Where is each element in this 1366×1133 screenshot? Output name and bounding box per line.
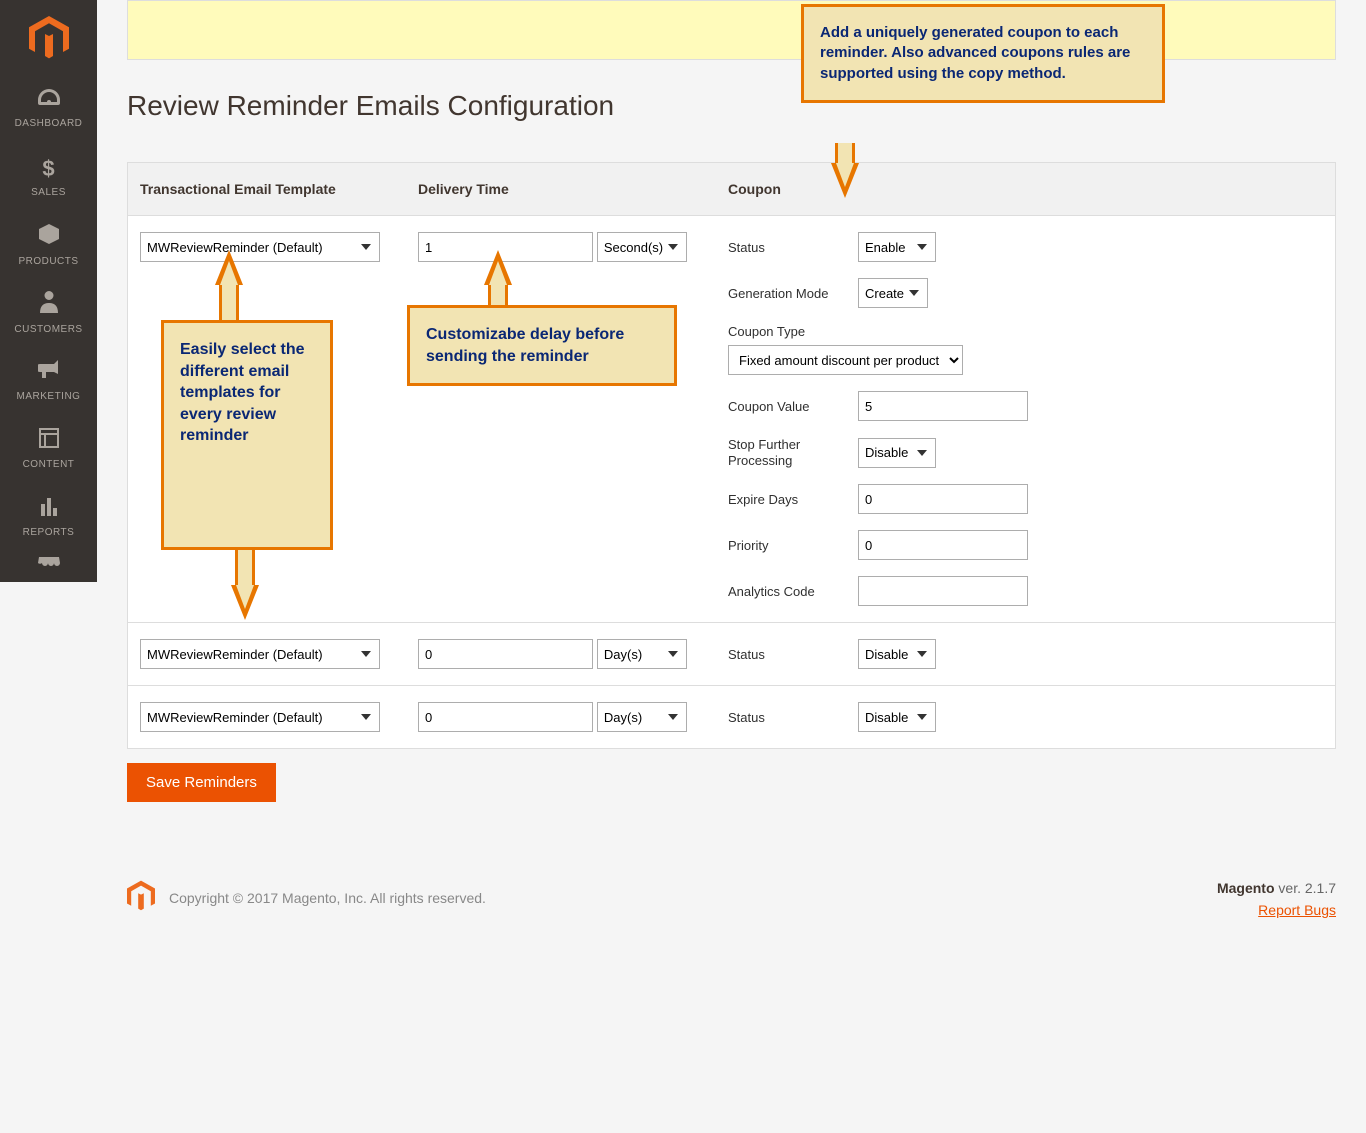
reminder-row: MWReviewReminder (Default) Day(s) Status… bbox=[127, 623, 1336, 686]
magento-logo-icon bbox=[127, 880, 155, 915]
annotation-template-callout: Easily select the different email templa… bbox=[161, 320, 333, 550]
nav-label: REPORTS bbox=[23, 527, 75, 538]
annotation-arrow-up-icon bbox=[484, 250, 512, 285]
nav-stores-partial[interactable] bbox=[0, 551, 97, 591]
nav-customers[interactable]: CUSTOMERS bbox=[0, 279, 97, 347]
nav-marketing[interactable]: MARKETING bbox=[0, 347, 97, 415]
nav-content[interactable]: CONTENT bbox=[0, 415, 97, 483]
delivery-time-input[interactable] bbox=[418, 639, 593, 669]
table-header: Transactional Email Template Delivery Ti… bbox=[127, 162, 1336, 216]
coupon-status-select[interactable]: Disable bbox=[858, 639, 936, 669]
nav-label: CONTENT bbox=[23, 459, 75, 470]
col-template-header: Transactional Email Template bbox=[140, 181, 418, 197]
box-icon bbox=[38, 223, 60, 251]
megaphone-icon bbox=[38, 360, 60, 386]
template-select[interactable]: MWReviewReminder (Default) bbox=[140, 232, 380, 262]
nav-label: MARKETING bbox=[17, 391, 81, 402]
dollar-icon: $ bbox=[42, 156, 54, 182]
nav-reports[interactable]: REPORTS bbox=[0, 483, 97, 551]
delivery-time-input[interactable] bbox=[418, 702, 593, 732]
coupontype-label: Coupon Type bbox=[728, 324, 1323, 339]
magento-logo[interactable] bbox=[0, 0, 97, 75]
couponvalue-label: Coupon Value bbox=[728, 399, 858, 414]
coupon-genmode-select[interactable]: Create bbox=[858, 278, 928, 308]
status-label: Status bbox=[728, 710, 858, 725]
page-footer: Copyright © 2017 Magento, Inc. All right… bbox=[97, 830, 1366, 958]
annotation-arrow-up-icon bbox=[215, 250, 243, 285]
analytics-label: Analytics Code bbox=[728, 584, 858, 599]
col-delivery-header: Delivery Time bbox=[418, 181, 728, 197]
col-coupon-header: Coupon bbox=[728, 181, 1323, 197]
annotation-arrow-down-icon bbox=[231, 585, 259, 620]
coupon-priority-input[interactable] bbox=[858, 530, 1028, 560]
coupon-status-select[interactable]: Enable bbox=[858, 232, 936, 262]
annotation-arrow-stem bbox=[835, 143, 855, 163]
coupon-analytics-input[interactable] bbox=[858, 576, 1028, 606]
save-reminders-button[interactable]: Save Reminders bbox=[127, 763, 276, 802]
delivery-unit-select[interactable]: Day(s) bbox=[597, 702, 687, 732]
annotation-coupon-callout: Add a uniquely generated coupon to each … bbox=[801, 4, 1165, 103]
annotation-arrow-stem bbox=[235, 550, 255, 585]
nav-dashboard[interactable]: DASHBOARD bbox=[0, 75, 97, 143]
coupon-value-input[interactable] bbox=[858, 391, 1028, 421]
nav-label: DASHBOARD bbox=[15, 118, 83, 129]
layout-icon bbox=[39, 428, 59, 454]
person-icon bbox=[40, 291, 58, 319]
stores-icon bbox=[38, 557, 60, 581]
footer-version: Magento ver. 2.1.7 bbox=[1217, 880, 1336, 896]
expire-label: Expire Days bbox=[728, 492, 858, 507]
status-label: Status bbox=[728, 647, 858, 662]
gauge-icon bbox=[38, 89, 60, 113]
bars-icon bbox=[39, 496, 59, 522]
nav-sales[interactable]: $ SALES bbox=[0, 143, 97, 211]
stop-label: Stop Further Processing bbox=[728, 437, 858, 468]
annotation-delivery-callout: Customizabe delay before sending the rem… bbox=[407, 305, 677, 386]
annotation-arrow-stem bbox=[488, 285, 508, 305]
priority-label: Priority bbox=[728, 538, 858, 553]
coupon-expire-input[interactable] bbox=[858, 484, 1028, 514]
template-select[interactable]: MWReviewReminder (Default) bbox=[140, 639, 380, 669]
coupon-type-select[interactable]: Fixed amount discount per product bbox=[728, 345, 963, 375]
annotation-arrow-stem bbox=[219, 285, 239, 320]
report-bugs-link[interactable]: Report Bugs bbox=[1217, 902, 1336, 918]
footer-copyright: Copyright © 2017 Magento, Inc. All right… bbox=[169, 890, 486, 906]
annotation-arrow-down-icon bbox=[831, 163, 859, 198]
nav-label: PRODUCTS bbox=[18, 256, 78, 267]
nav-label: CUSTOMERS bbox=[14, 324, 82, 335]
coupon-stop-select[interactable]: Disable bbox=[858, 438, 936, 468]
coupon-status-select[interactable]: Disable bbox=[858, 702, 936, 732]
genmode-label: Generation Mode bbox=[728, 286, 858, 301]
delivery-unit-select[interactable]: Day(s) bbox=[597, 639, 687, 669]
admin-sidebar: DASHBOARD $ SALES PRODUCTS CUSTOMERS MARK… bbox=[0, 0, 97, 582]
status-label: Status bbox=[728, 240, 858, 255]
reminder-row: MWReviewReminder (Default) Day(s) Status… bbox=[127, 686, 1336, 749]
template-select[interactable]: MWReviewReminder (Default) bbox=[140, 702, 380, 732]
nav-label: SALES bbox=[31, 187, 66, 198]
delivery-unit-select[interactable]: Second(s) bbox=[597, 232, 687, 262]
nav-products[interactable]: PRODUCTS bbox=[0, 211, 97, 279]
